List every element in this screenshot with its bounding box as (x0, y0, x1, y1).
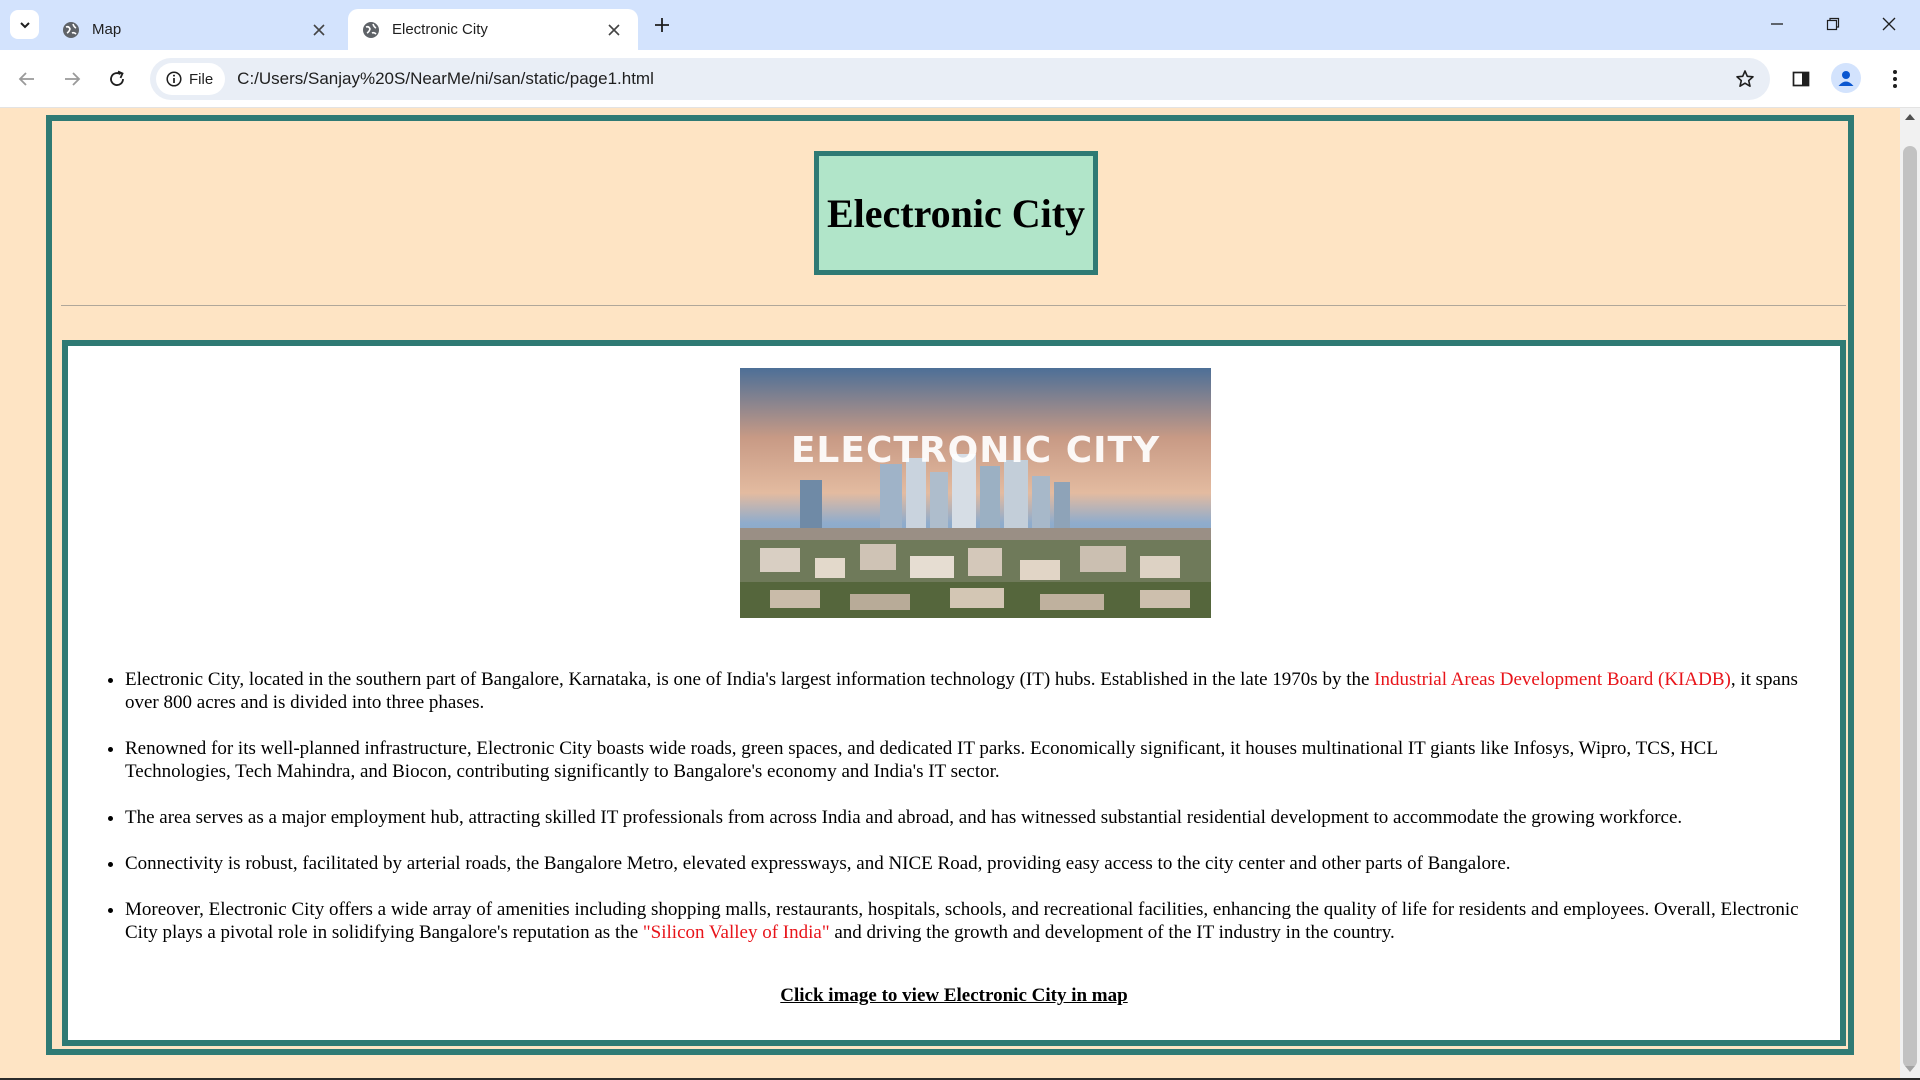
menu-button[interactable] (1880, 64, 1910, 94)
close-icon[interactable] (604, 20, 624, 40)
url-text[interactable]: C:/Users/Sanjay%20S/NearMe/ni/san/static… (237, 69, 654, 89)
browser-tab-strip: Map Electronic City (0, 0, 1920, 50)
site-info-chip[interactable]: File (156, 63, 226, 95)
tab-search-button[interactable] (10, 10, 39, 39)
more-vertical-icon (1893, 70, 1897, 88)
content-frame: ELECTRONIC CITY Electronic City, located… (62, 340, 1846, 1046)
list-item: Moreover, Electronic City offers a wide … (125, 898, 1825, 944)
new-tab-button[interactable] (650, 13, 674, 37)
highlighted-text: "Silicon Valley of India" (642, 922, 830, 943)
site-chip-label: File (189, 70, 214, 88)
page-viewport: Electronic City ELECTRONIC CITY • Electr… (0, 108, 1900, 1078)
title-box: Electronic City (814, 151, 1098, 275)
close-icon[interactable] (309, 20, 329, 40)
scrollbar-thumb[interactable] (1903, 146, 1917, 1068)
reload-icon (110, 70, 124, 86)
forward-button[interactable] (58, 65, 86, 93)
horizontal-rule (61, 305, 1846, 306)
highlighted-text: Industrial Areas Development Board (KIAD… (1374, 669, 1731, 690)
star-icon (1736, 70, 1754, 87)
info-icon (166, 71, 182, 87)
vertical-scrollbar[interactable] (1900, 108, 1920, 1080)
page-title: Electronic City (826, 190, 1086, 236)
profile-avatar[interactable] (1831, 63, 1861, 93)
minimize-button[interactable] (1754, 8, 1800, 40)
chevron-down-icon (19, 21, 30, 28)
close-window-button[interactable] (1866, 8, 1912, 40)
globe-icon (62, 21, 80, 39)
restore-button[interactable] (1810, 8, 1856, 40)
close-icon (1882, 17, 1896, 31)
side-panel-button[interactable] (1786, 64, 1816, 94)
arrow-right-icon (65, 72, 81, 86)
arrow-left-icon (18, 72, 34, 86)
scroll-up-arrow-icon[interactable] (1905, 114, 1915, 120)
minimize-icon (1771, 23, 1783, 25)
view-in-map-link[interactable]: Click image to view Electronic City in m… (68, 985, 1840, 1007)
tab-electronic-city[interactable]: Electronic City (348, 9, 638, 50)
address-bar[interactable]: File C:/Users/Sanjay%20S/NearMe/ni/san/s… (150, 58, 1770, 100)
list-item: Renowned for its well-planned infrastruc… (125, 737, 1825, 783)
tab-title: Electronic City (392, 21, 488, 38)
person-icon (1838, 71, 1854, 86)
list-item: Electronic City, located in the southern… (125, 668, 1825, 714)
scroll-down-arrow-icon[interactable] (1905, 1066, 1915, 1072)
restore-icon (1826, 17, 1840, 31)
browser-toolbar: File C:/Users/Sanjay%20S/NearMe/ni/san/s… (0, 50, 1920, 108)
globe-icon (362, 21, 380, 39)
description-list: Electronic City, located in the southern… (125, 668, 1825, 967)
image-caption: ELECTRONIC CITY (790, 430, 1161, 471)
electronic-city-image[interactable]: ELECTRONIC CITY (740, 368, 1211, 618)
list-item: Connectivity is robust, facilitated by a… (125, 852, 1825, 875)
list-item: The area serves as a major employment hu… (125, 806, 1825, 829)
side-panel-icon (1792, 71, 1810, 87)
reload-button[interactable] (103, 65, 131, 93)
tab-title: Map (92, 21, 122, 38)
tab-map[interactable]: Map (48, 9, 343, 50)
back-button[interactable] (13, 65, 41, 93)
plus-icon (655, 18, 669, 32)
bookmark-button[interactable] (1732, 66, 1758, 92)
page-frame: Electronic City ELECTRONIC CITY • Electr… (46, 115, 1854, 1055)
